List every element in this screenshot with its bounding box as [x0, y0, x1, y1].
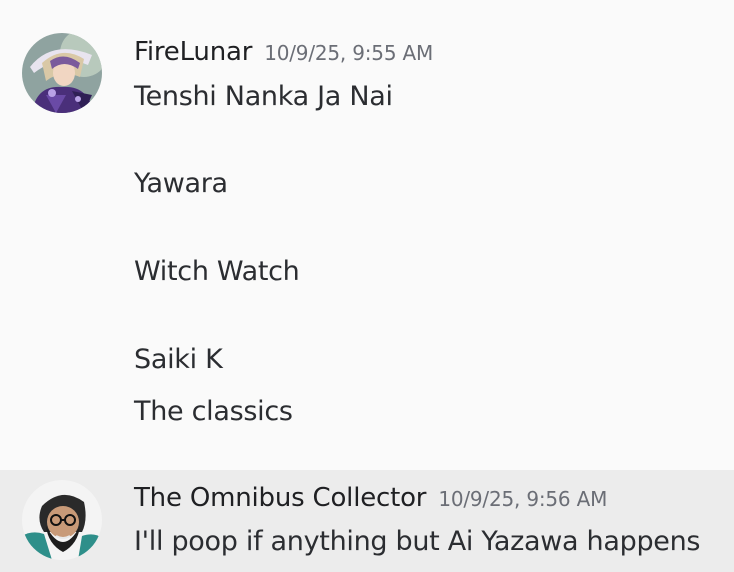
message-text: Witch Watch	[134, 256, 300, 287]
timestamp[interactable]: 10/9/25, 9:56 AM	[438, 487, 607, 511]
message-text: Saiki K	[134, 344, 223, 375]
message-header: The Omnibus Collector 10/9/25, 9:56 AM	[134, 480, 607, 519]
avatar[interactable]	[22, 33, 102, 113]
message-group[interactable]: FireLunar 10/9/25, 9:55 AM Tenshi Nanka J…	[0, 0, 734, 470]
username[interactable]: The Omnibus Collector	[134, 483, 427, 513]
user-avatar-bearded-man-icon	[22, 480, 102, 560]
user-avatar-anime-character-icon	[22, 33, 102, 113]
message-text: Tenshi Nanka Ja Nai	[134, 81, 393, 112]
chat-message-list: FireLunar 10/9/25, 9:55 AM Tenshi Nanka J…	[0, 0, 734, 572]
message-group[interactable]: The Omnibus Collector 10/9/25, 9:56 AM I'…	[0, 470, 734, 572]
avatar[interactable]	[22, 480, 102, 560]
message-header: FireLunar 10/9/25, 9:55 AM	[134, 34, 433, 73]
message-text: Yawara	[134, 168, 228, 199]
timestamp[interactable]: 10/9/25, 9:55 AM	[264, 41, 433, 65]
message-text: The classics	[134, 396, 293, 427]
message-text: I'll poop if anything but Ai Yazawa happ…	[134, 526, 701, 557]
username[interactable]: FireLunar	[134, 37, 252, 67]
